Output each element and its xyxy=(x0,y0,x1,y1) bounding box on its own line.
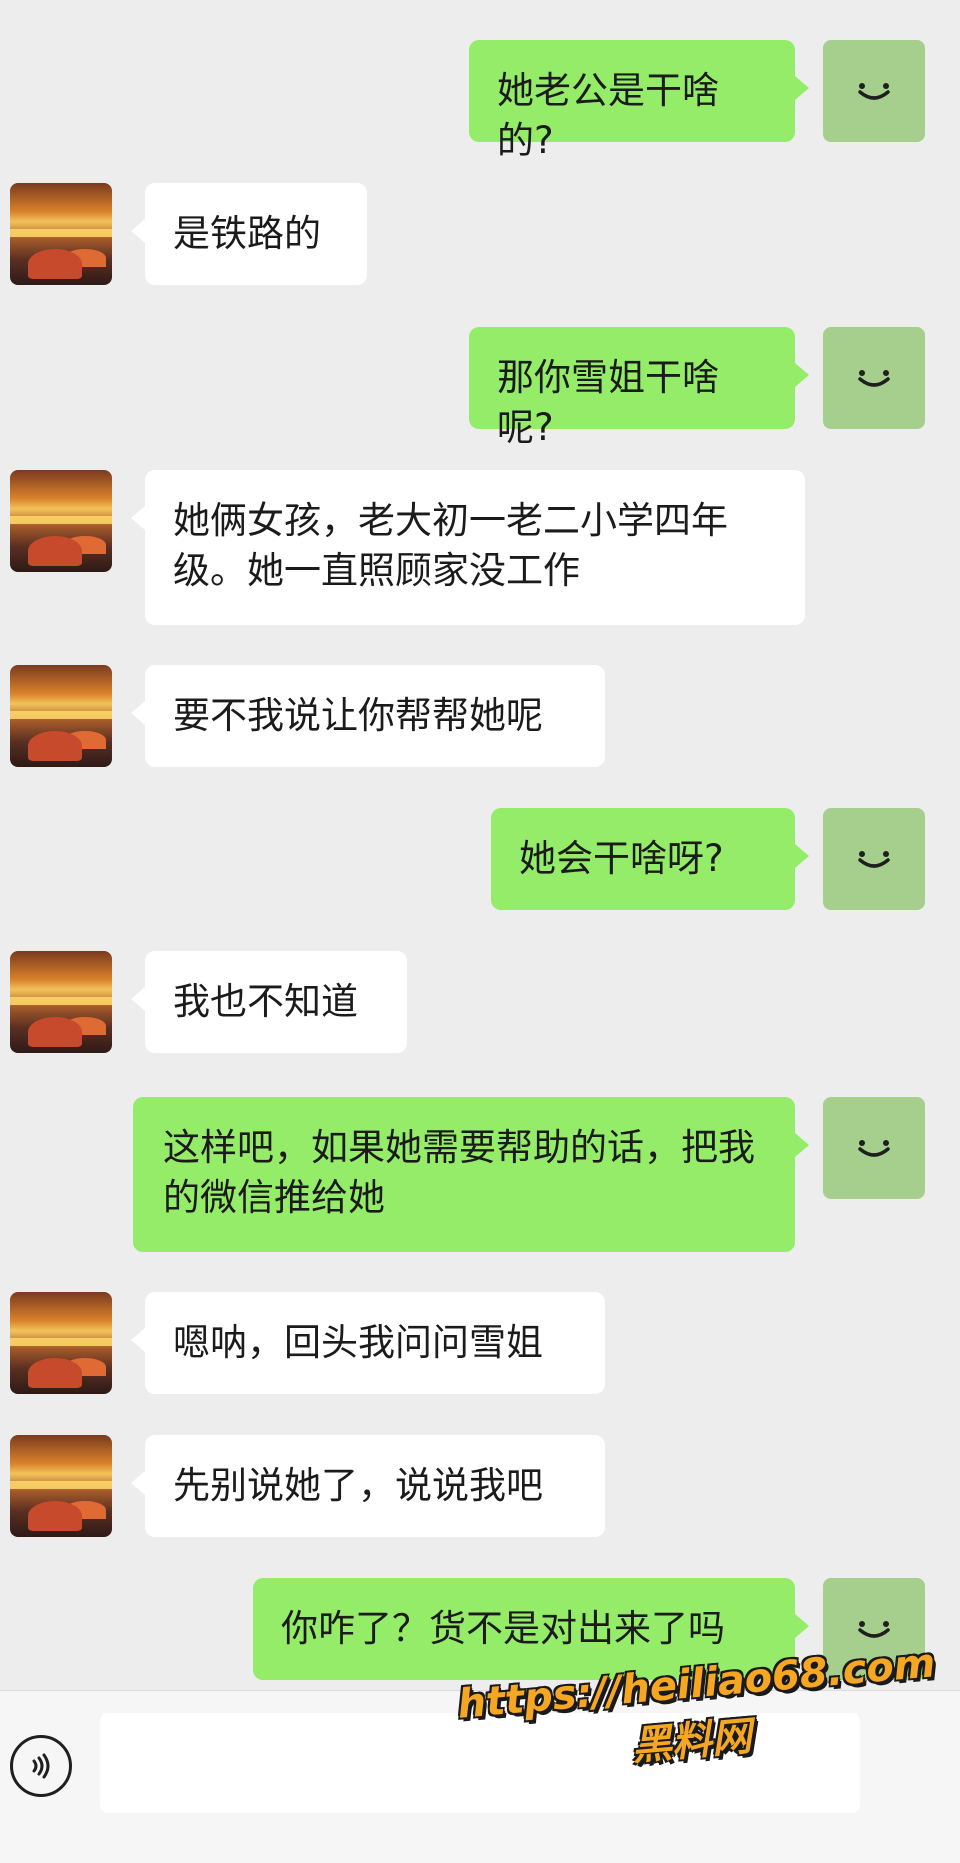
smile-icon xyxy=(858,1140,890,1157)
my-avatar[interactable] xyxy=(823,327,925,429)
message-row: 那你雪姐干啥呢? xyxy=(0,327,960,449)
message-bubble-sent[interactable]: 她老公是干啥的? xyxy=(469,40,809,162)
message-row: 嗯呐，回头我问问雪姐 xyxy=(0,1292,960,1394)
message-bubble-received[interactable]: 先别说她了，说说我吧 xyxy=(131,1435,605,1537)
message-list[interactable]: 她老公是干啥的? 是铁路的 那你雪姐干啥呢? 她俩女孩，老大初一老二小学四年级。… xyxy=(0,0,960,1690)
message-bubble-sent[interactable]: 她会干啥呀? xyxy=(491,808,809,910)
contact-avatar[interactable] xyxy=(10,1292,112,1394)
message-bubble-received[interactable]: 嗯呐，回头我问问雪姐 xyxy=(131,1292,605,1394)
contact-avatar[interactable] xyxy=(10,470,112,572)
contact-avatar[interactable] xyxy=(10,1435,112,1537)
contact-avatar[interactable] xyxy=(10,665,112,767)
my-avatar[interactable] xyxy=(823,808,925,910)
message-row: 这样吧，如果她需要帮助的话，把我的微信推给她 xyxy=(0,1097,960,1252)
message-row: 她俩女孩，老大初一老二小学四年级。她一直照顾家没工作 xyxy=(0,470,960,625)
message-row: 要不我说让你帮帮她呢 xyxy=(0,665,960,767)
my-avatar[interactable] xyxy=(823,1097,925,1199)
message-row: 我也不知道 xyxy=(0,951,960,1053)
message-row: 先别说她了，说说我吧 xyxy=(0,1435,960,1537)
smile-icon xyxy=(858,83,890,100)
message-bubble-sent[interactable]: 这样吧，如果她需要帮助的话，把我的微信推给她 xyxy=(133,1097,809,1252)
message-bubble-received[interactable]: 我也不知道 xyxy=(131,951,407,1053)
message-bubble-received[interactable]: 要不我说让你帮帮她呢 xyxy=(131,665,605,767)
voice-icon xyxy=(32,1753,50,1779)
message-row: 她老公是干啥的? xyxy=(0,40,960,162)
contact-avatar[interactable] xyxy=(10,951,112,1053)
my-avatar[interactable] xyxy=(823,40,925,142)
message-bubble-received[interactable]: 她俩女孩，老大初一老二小学四年级。她一直照顾家没工作 xyxy=(131,470,805,625)
message-row: 她会干啥呀? xyxy=(0,808,960,910)
chat-screen: 她老公是干啥的? 是铁路的 那你雪姐干啥呢? 她俩女孩，老大初一老二小学四年级。… xyxy=(0,0,960,1863)
smile-icon xyxy=(858,370,890,387)
message-bubble-received[interactable]: 是铁路的 xyxy=(131,183,367,285)
voice-button[interactable] xyxy=(10,1735,72,1797)
message-row: 是铁路的 xyxy=(0,183,960,285)
smile-icon xyxy=(858,851,890,868)
contact-avatar[interactable] xyxy=(10,183,112,285)
message-bubble-sent[interactable]: 那你雪姐干啥呢? xyxy=(469,327,809,449)
